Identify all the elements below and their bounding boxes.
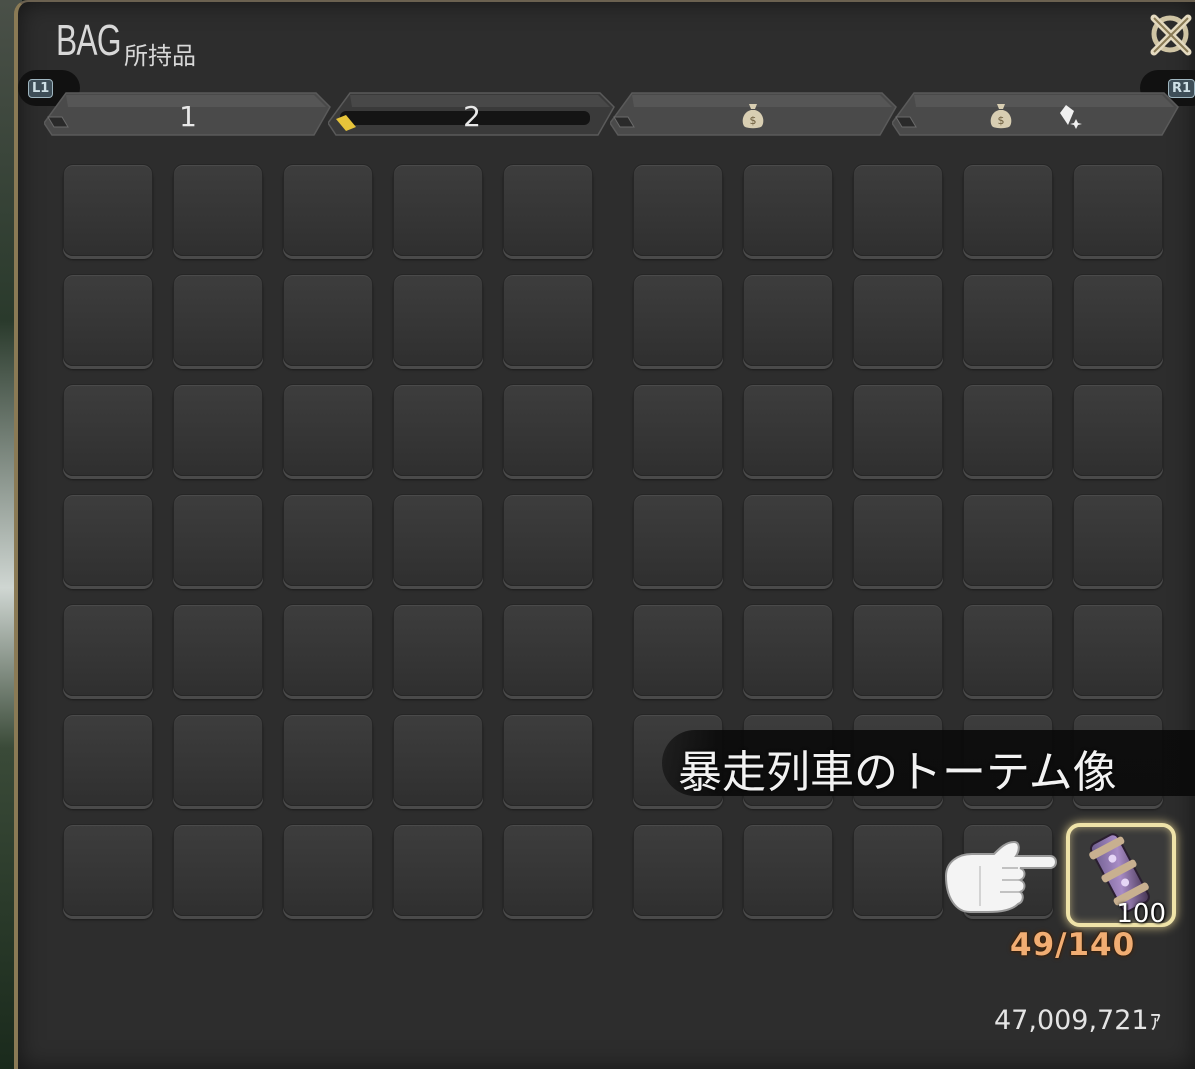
inventory-slot[interactable]: [503, 824, 593, 916]
close-icon[interactable]: [1148, 6, 1195, 62]
inventory-slot[interactable]: [963, 274, 1053, 366]
inventory-slot[interactable]: [633, 384, 723, 476]
inventory-slot[interactable]: [173, 274, 263, 366]
inventory-slot[interactable]: [633, 824, 723, 916]
tab-1-label: 1: [179, 100, 197, 133]
inventory-slot[interactable]: [63, 604, 153, 696]
inventory-slot[interactable]: [743, 274, 833, 366]
inventory-slot[interactable]: [503, 494, 593, 586]
inventory-slot[interactable]: [743, 604, 833, 696]
inventory-slot[interactable]: [63, 164, 153, 256]
inventory-slot[interactable]: [963, 494, 1053, 586]
inventory-slot[interactable]: [283, 494, 373, 586]
inventory-slot[interactable]: [283, 824, 373, 916]
tab-2-label: 2: [463, 100, 481, 133]
item-tooltip: 暴走列車のトーテム像: [662, 730, 1195, 798]
inventory-slot[interactable]: [283, 164, 373, 256]
inventory-slot[interactable]: [743, 824, 833, 916]
inventory-slot[interactable]: [1073, 384, 1163, 476]
inventory-slot[interactable]: [393, 714, 483, 806]
inventory-slot[interactable]: [503, 274, 593, 366]
bag-capacity: 49/140: [1010, 927, 1136, 963]
inventory-slot[interactable]: [393, 604, 483, 696]
svg-text:$: $: [998, 114, 1005, 127]
inventory-slot[interactable]: [633, 274, 723, 366]
inventory-slot[interactable]: [743, 384, 833, 476]
tab-2[interactable]: 2: [328, 91, 616, 137]
inventory-slot[interactable]: [1073, 494, 1163, 586]
tab-1[interactable]: 1: [44, 91, 332, 137]
inventory-slot[interactable]: [503, 384, 593, 476]
inventory-slot[interactable]: [633, 604, 723, 696]
window-title: BAG: [56, 16, 121, 65]
inventory-slot[interactable]: [173, 714, 263, 806]
inventory-slot[interactable]: [633, 164, 723, 256]
inventory-slot[interactable]: [283, 714, 373, 806]
inventory-slot[interactable]: [63, 824, 153, 916]
pointer-hand-icon: [940, 836, 1060, 918]
inventory-slot[interactable]: [1073, 604, 1163, 696]
inventory-slot[interactable]: [393, 824, 483, 916]
selected-item-slot[interactable]: 100: [1066, 823, 1176, 929]
gil-amount: 47,009,721ｧ: [994, 1005, 1163, 1036]
tab-3[interactable]: $: [610, 91, 898, 137]
inventory-slot[interactable]: [963, 604, 1053, 696]
inventory-slot[interactable]: [393, 384, 483, 476]
inventory-slot[interactable]: [963, 164, 1053, 256]
inventory-slot[interactable]: [853, 494, 943, 586]
inventory-slot[interactable]: [63, 494, 153, 586]
inventory-slot[interactable]: [283, 384, 373, 476]
inventory-slot[interactable]: [743, 494, 833, 586]
inventory-slot[interactable]: [853, 824, 943, 916]
inventory-slot[interactable]: [633, 494, 723, 586]
inventory-slot[interactable]: [63, 274, 153, 366]
inventory-slot[interactable]: [743, 164, 833, 256]
inventory-slot[interactable]: [503, 604, 593, 696]
inventory-slot[interactable]: [853, 604, 943, 696]
tab-4[interactable]: $: [892, 91, 1180, 137]
inventory-grid-right: [633, 164, 1163, 916]
inventory-slot[interactable]: [283, 274, 373, 366]
inventory-grid-left: [63, 164, 593, 916]
inventory-slot[interactable]: [503, 714, 593, 806]
inventory-slot[interactable]: [1073, 164, 1163, 256]
inventory-slot[interactable]: [1073, 274, 1163, 366]
inventory-slot[interactable]: [63, 714, 153, 806]
inventory-slot[interactable]: [173, 164, 263, 256]
inventory-slot[interactable]: [173, 494, 263, 586]
inventory-slot[interactable]: [393, 494, 483, 586]
inventory-slot[interactable]: [963, 384, 1053, 476]
inventory-slot[interactable]: [853, 384, 943, 476]
window-subtitle: 所持品: [124, 42, 196, 70]
inventory-slot[interactable]: [173, 824, 263, 916]
inventory-slot[interactable]: [393, 274, 483, 366]
tooltip-item-name: 暴走列車のトーテム像: [678, 747, 1117, 798]
inventory-slot[interactable]: [853, 274, 943, 366]
inventory-slot[interactable]: [853, 164, 943, 256]
item-count: 100: [1116, 899, 1166, 929]
inventory-slot[interactable]: [283, 604, 373, 696]
inventory-slot[interactable]: [503, 164, 593, 256]
inventory-slot[interactable]: [393, 164, 483, 256]
inventory-slot[interactable]: [173, 384, 263, 476]
inventory-slot[interactable]: [63, 384, 153, 476]
inventory-slot[interactable]: [173, 604, 263, 696]
svg-text:$: $: [750, 114, 757, 127]
